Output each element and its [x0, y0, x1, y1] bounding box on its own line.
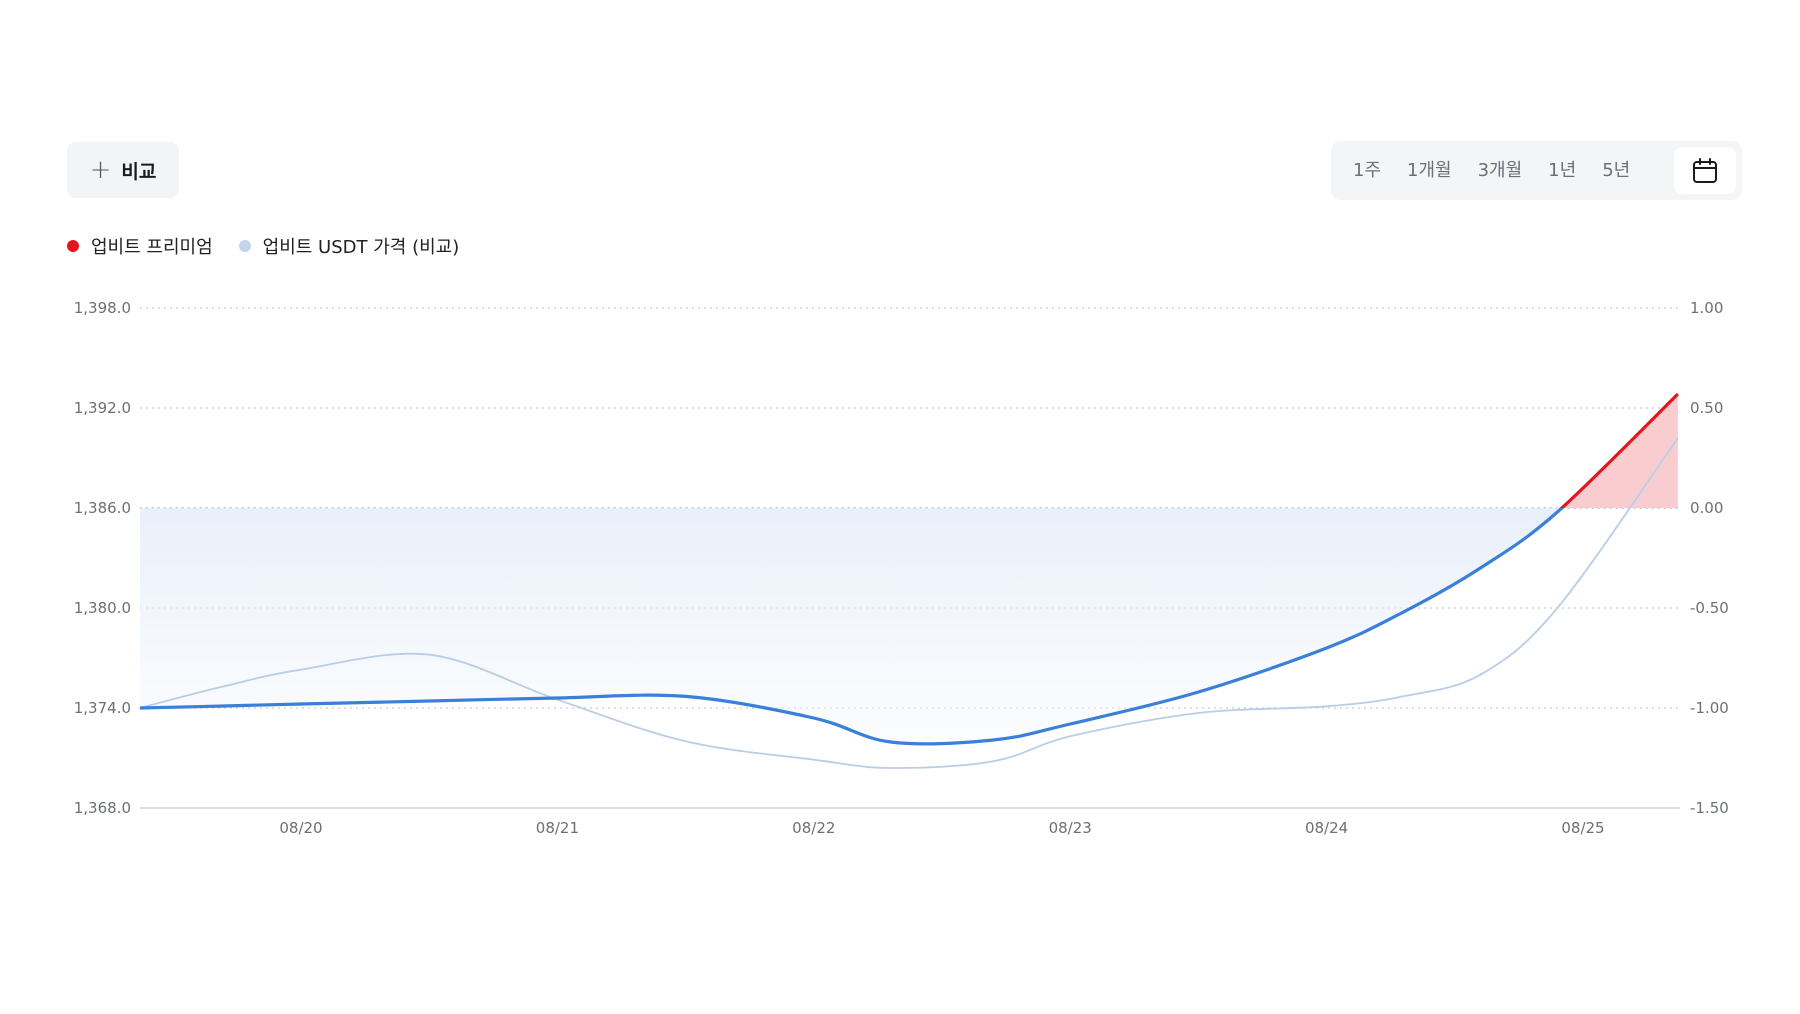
premium-chart: 1,398.0 1.00 1,392.0 0.50 1,386.0 0.00 1,380.0… — [74, 299, 1729, 837]
y-left-tick-label: 1,392.0 — [74, 399, 131, 417]
y-right-tick-label: 0.00 — [1690, 499, 1723, 517]
y-left-tick-label: 1,398.0 — [74, 299, 131, 317]
x-tick-label: 08/25 — [1561, 819, 1604, 837]
area-fills — [140, 394, 1678, 744]
y-right-tick-label: -1.50 — [1690, 799, 1729, 817]
y-left-tick-label: 1,386.0 — [74, 499, 131, 517]
y-right-tick-label: 1.00 — [1690, 299, 1723, 317]
x-tick-label: 08/22 — [792, 819, 835, 837]
y-right-tick-label: -0.50 — [1690, 599, 1729, 617]
y-left-tick-label: 1,374.0 — [74, 699, 131, 717]
y-left-tick-label: 1,380.0 — [74, 599, 131, 617]
y-left-tick-label: 1,368.0 — [74, 799, 131, 817]
x-tick-label: 08/24 — [1305, 819, 1348, 837]
x-tick-label: 08/20 — [279, 819, 322, 837]
y-right-tick-label: -1.00 — [1690, 699, 1729, 717]
negative-premium-area — [140, 508, 1678, 744]
x-tick-label: 08/21 — [536, 819, 579, 837]
x-tick-label: 08/23 — [1049, 819, 1092, 837]
y-right-tick-label: 0.50 — [1690, 399, 1723, 417]
